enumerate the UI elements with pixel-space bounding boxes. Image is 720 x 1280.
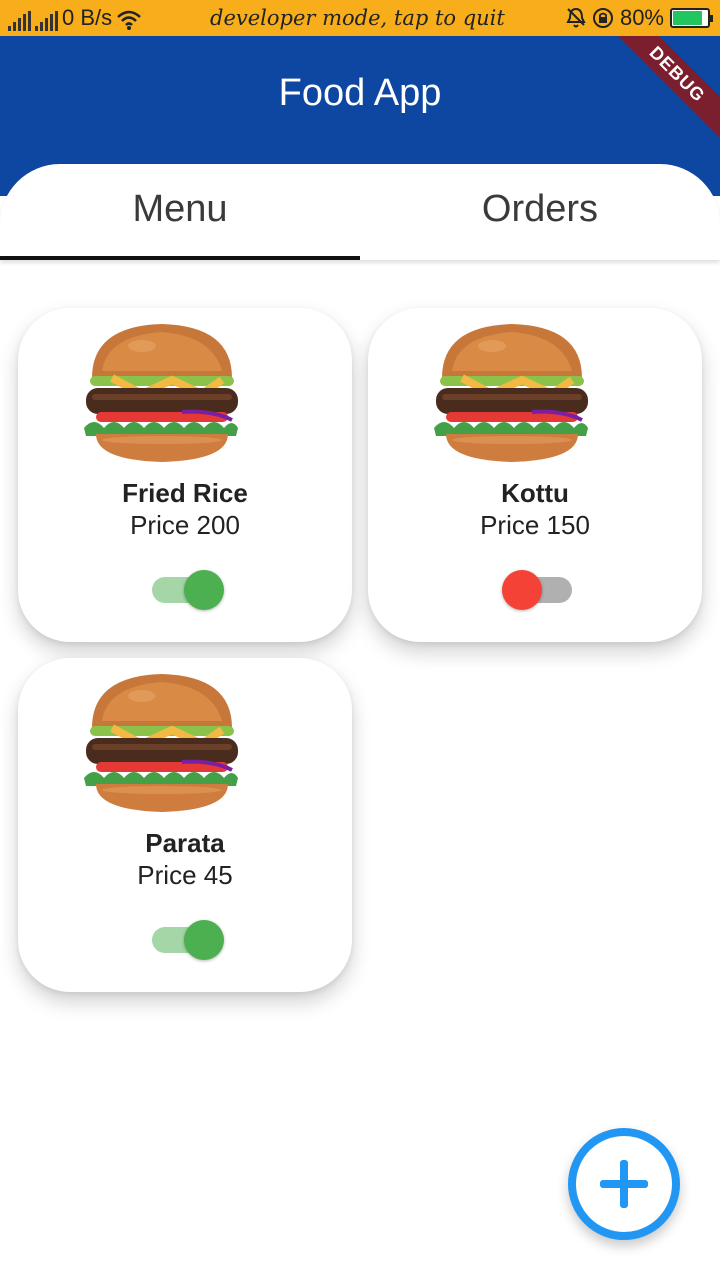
tab-indicator [0, 256, 360, 260]
wifi-icon [117, 10, 141, 30]
menu-item-card[interactable]: Parata Price 45 [18, 658, 352, 992]
availability-toggle[interactable] [152, 920, 224, 960]
status-bar: 0 B/s developer mode, tap to quit 80% [0, 0, 720, 36]
menu-item-card[interactable]: Fried Rice Price 200 [18, 308, 352, 642]
signal-strength-icon [8, 11, 31, 31]
tab-bar: Menu Orders [0, 164, 720, 260]
status-left: 0 B/s [8, 5, 142, 31]
plus-icon [600, 1160, 648, 1208]
menu-item-card[interactable]: Kottu Price 150 [368, 308, 702, 642]
burger-image [82, 316, 242, 466]
battery-percent: 80% [619, 5, 664, 30]
toggle-knob [184, 920, 224, 960]
tab-menu[interactable]: Menu [0, 188, 360, 231]
page-title: Food App [278, 72, 442, 114]
item-price: Price 200 [130, 510, 240, 540]
rotation-lock-icon [592, 8, 613, 28]
burger-image [82, 666, 242, 816]
add-item-button[interactable] [568, 1128, 680, 1240]
availability-toggle[interactable] [152, 570, 224, 610]
network-speed: 0 B/s [62, 5, 113, 30]
signal-strength-icon-2 [35, 11, 58, 31]
item-name: Kottu [501, 478, 569, 508]
item-price: Price 45 [137, 860, 233, 890]
tab-orders[interactable]: Orders [360, 188, 720, 231]
battery-icon [670, 8, 713, 28]
item-price: Price 150 [480, 510, 590, 540]
burger-image [432, 316, 592, 466]
toggle-knob [184, 570, 224, 610]
toggle-knob [502, 570, 542, 610]
item-name: Parata [145, 828, 225, 858]
developer-mode-text[interactable]: developer mode, tap to quit [210, 6, 505, 30]
status-right: 80% [566, 5, 713, 31]
item-name: Fried Rice [122, 478, 248, 508]
availability-toggle[interactable] [502, 570, 574, 610]
notification-off-icon [566, 7, 586, 28]
